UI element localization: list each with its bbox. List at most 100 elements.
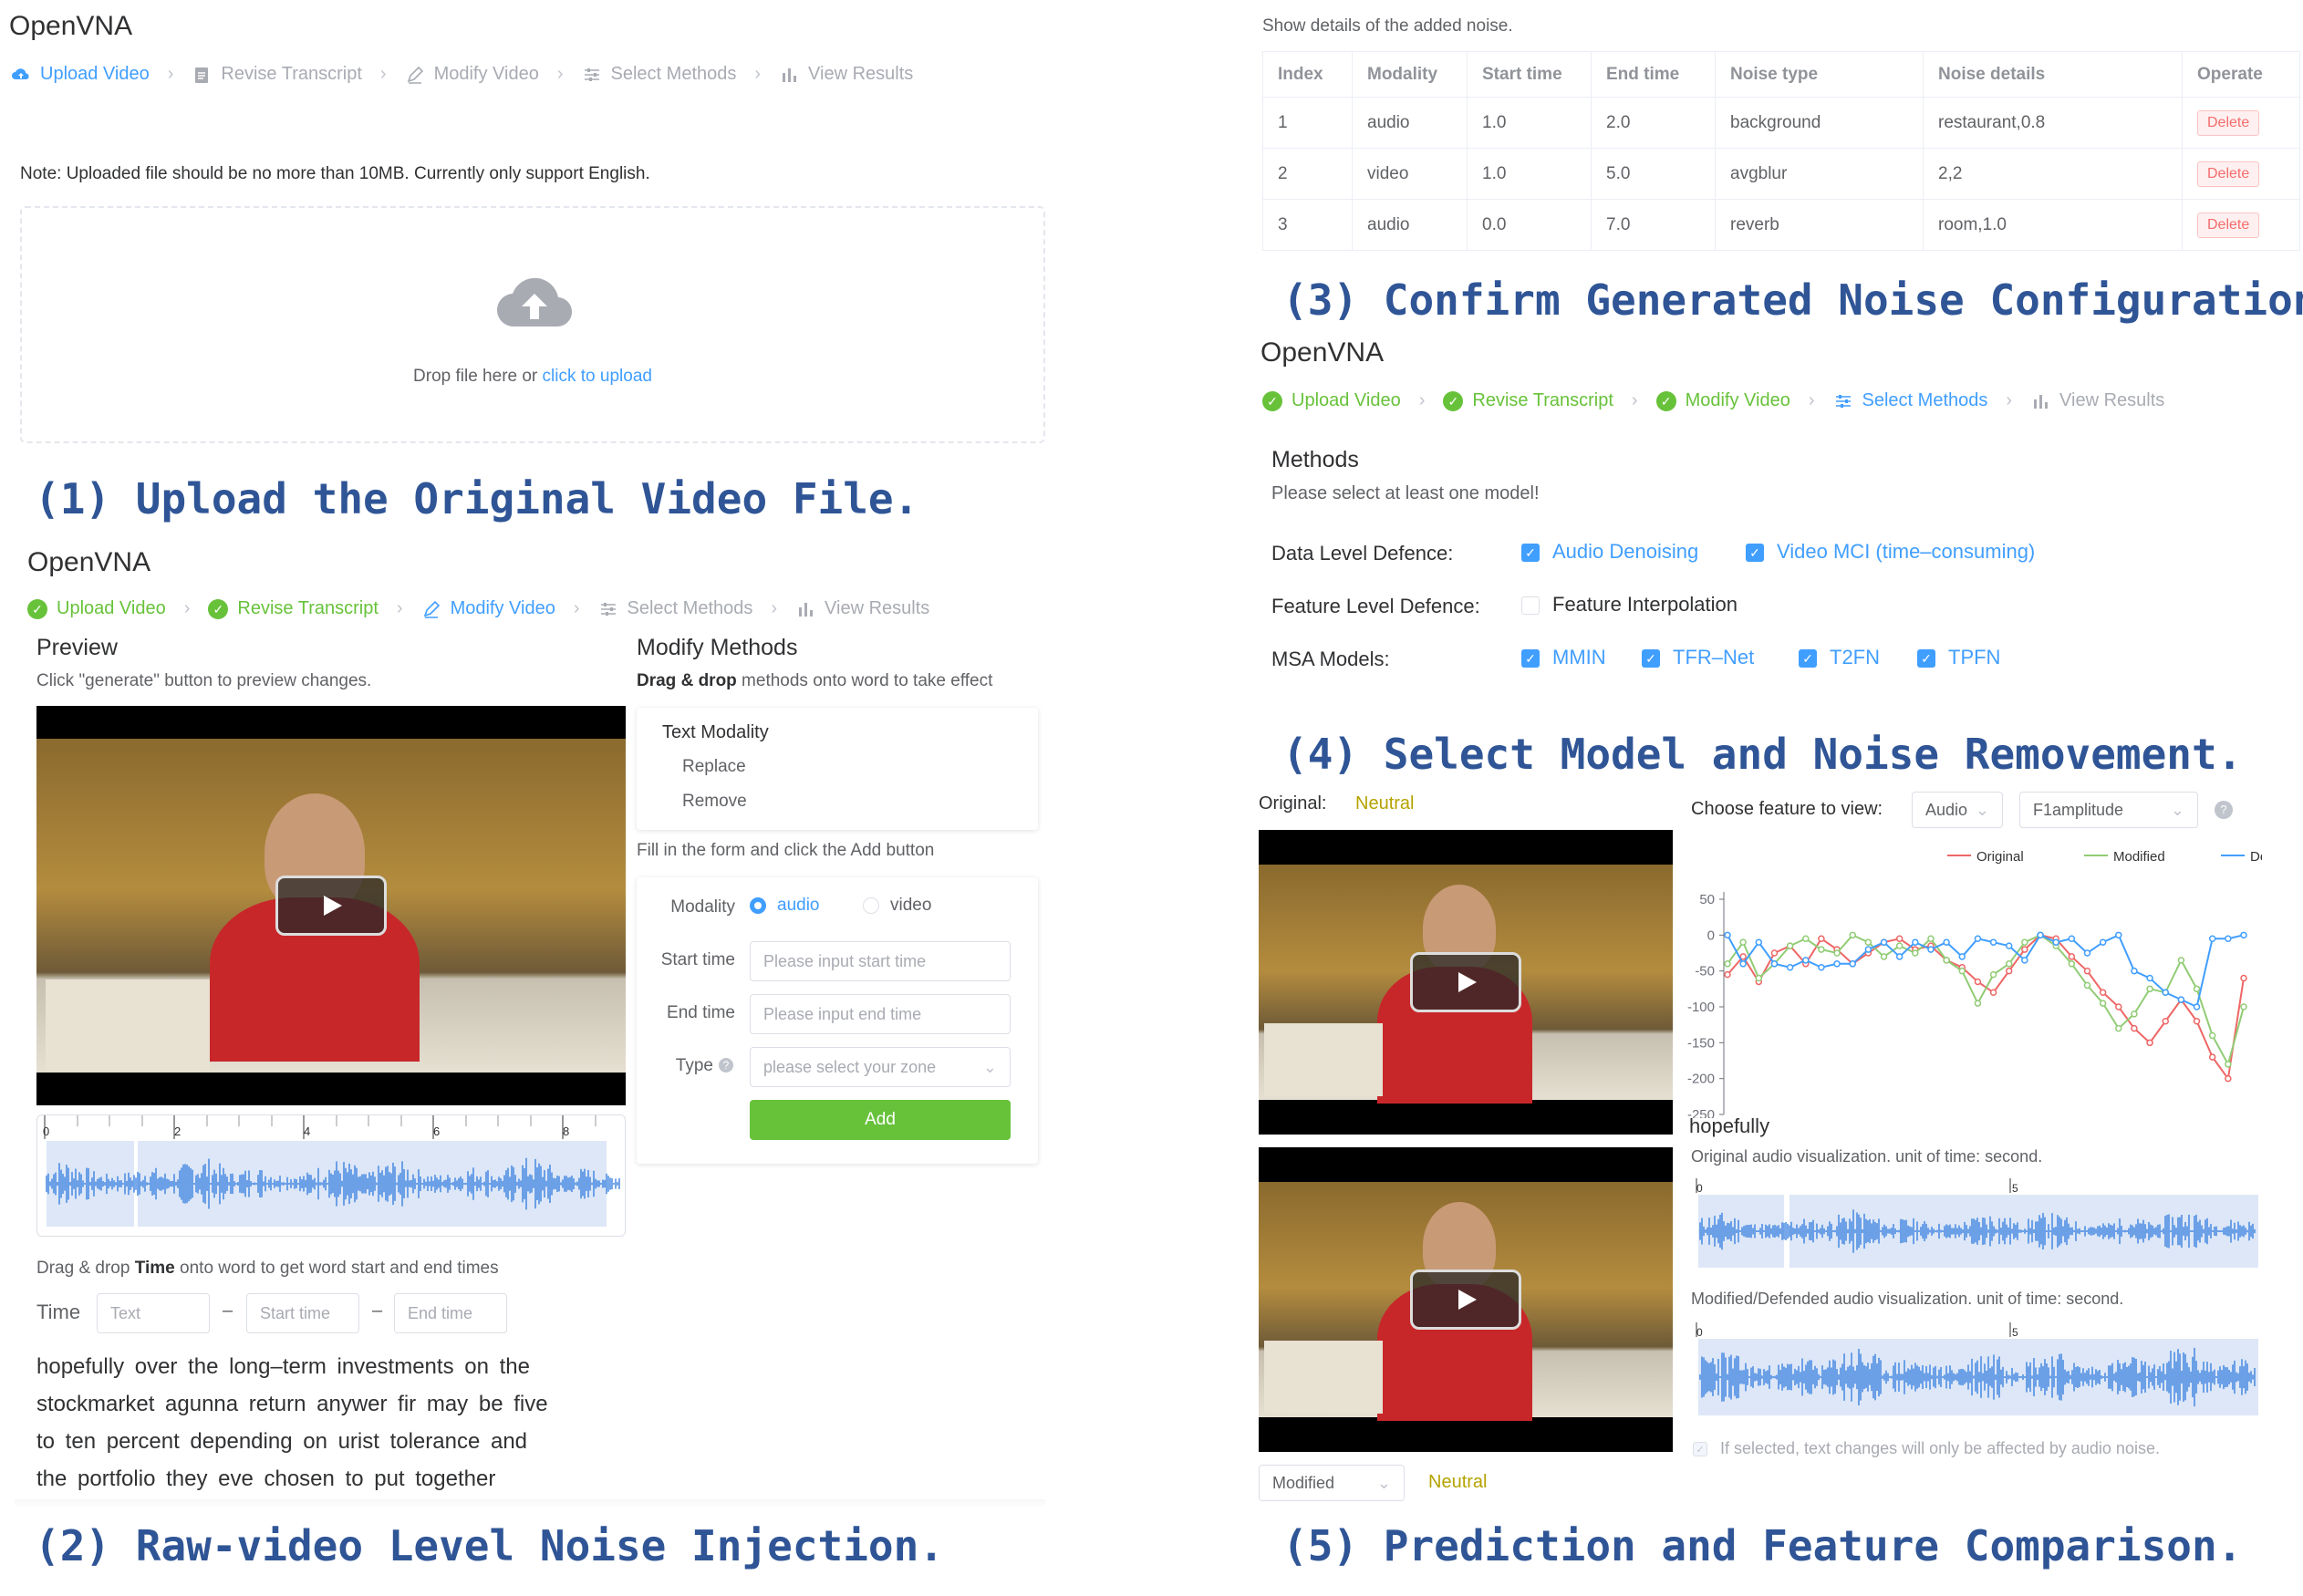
text-modality-node[interactable]: Text Modality: [662, 722, 769, 743]
delete-button[interactable]: Delete: [2197, 161, 2260, 187]
radio-audio[interactable]: audio: [750, 896, 820, 916]
opt-audio-denoising[interactable]: ✓ Audio Denoising: [1521, 540, 1698, 564]
col-header: End time: [1591, 51, 1716, 98]
step-label: Upload Video: [1292, 390, 1401, 410]
step-select-methods[interactable]: Select Methods: [1833, 390, 1987, 411]
opt-tfr-net[interactable]: ✓ TFR–Net: [1642, 646, 1754, 669]
step-label: Modify Video: [450, 598, 555, 618]
play-button[interactable]: [1410, 1270, 1521, 1330]
checkbox-unchecked-icon: [1521, 596, 1540, 616]
data-point: [1974, 935, 1982, 943]
legend-label[interactable]: Defended: [2250, 849, 2262, 865]
step-upload-video[interactable]: Upload Video: [11, 64, 150, 85]
end-time-input[interactable]: End time: [394, 1293, 507, 1333]
end-time-field[interactable]: Please input end time: [750, 994, 1011, 1034]
step-modify-video[interactable]: Modify Video: [421, 598, 555, 619]
upload-dropzone[interactable]: Drop file here or click to upload: [20, 206, 1045, 443]
radio-video[interactable]: video: [863, 896, 931, 916]
modality-select[interactable]: Audio ⌄: [1912, 792, 2003, 828]
chevron-right-icon: ›: [754, 64, 762, 84]
text-noise-checkbox[interactable]: ✓ If selected, text changes will only be …: [1693, 1439, 2160, 1458]
drop-text: Drop file here or: [413, 367, 543, 386]
data-point: [1833, 949, 1841, 957]
step-revise-transcript[interactable]: ✓ Revise Transcript: [208, 598, 379, 619]
start-time-field[interactable]: Please input start time: [750, 941, 1011, 981]
noise-table: Index Modality Start time End time Noise…: [1262, 51, 2300, 251]
help-icon[interactable]: ?: [2215, 801, 2233, 819]
check-circle-icon: ✓: [1655, 390, 1676, 411]
step-label: Modify Video: [433, 64, 539, 84]
step-revise-transcript[interactable]: ✓ Revise Transcript: [1443, 390, 1613, 411]
step-upload-video[interactable]: ✓ Upload Video: [1262, 390, 1401, 411]
cell: room,1.0: [1923, 199, 2183, 251]
delete-button[interactable]: Delete: [2197, 212, 2260, 238]
step-select-methods[interactable]: Select Methods: [598, 598, 752, 619]
option-label: MMIN: [1552, 646, 1606, 668]
tick-label: 0: [43, 1124, 50, 1138]
opt-tpfn[interactable]: ✓ TPFN: [1917, 646, 2000, 669]
data-point: [1802, 957, 1810, 964]
data-point: [2146, 974, 2153, 982]
modified-video[interactable]: [1259, 1147, 1673, 1452]
timeline-waveform[interactable]: 0 2 4 6 8: [36, 1114, 626, 1237]
mod-audio-viz[interactable]: 0 5: [1691, 1322, 2260, 1421]
cell: 1: [1262, 97, 1353, 149]
transcript-line[interactable]: to ten percent depending on urist tolera…: [36, 1423, 548, 1460]
chevron-right-icon: ›: [183, 598, 191, 618]
step-view-results[interactable]: View Results: [795, 598, 929, 619]
col-header: Index: [1262, 51, 1353, 98]
data-point: [1958, 953, 1966, 960]
opt-mmin[interactable]: ✓ MMIN: [1521, 646, 1606, 669]
data-point: [2177, 957, 2185, 964]
word-text-input[interactable]: Text: [97, 1293, 210, 1333]
data-point: [2193, 985, 2201, 993]
transcript-line[interactable]: the portfolio they eve chosen to put tog…: [36, 1460, 548, 1498]
option-label: Video MCI (time–consuming): [1777, 540, 2036, 563]
y-tick-label: -100: [1687, 1000, 1715, 1015]
modality-label: Modality: [670, 897, 735, 917]
help-icon[interactable]: ?: [719, 1058, 733, 1073]
play-button[interactable]: [275, 876, 387, 936]
step-view-results[interactable]: View Results: [779, 64, 913, 85]
data-point: [2240, 1003, 2247, 1010]
data-point: [2146, 1039, 2153, 1047]
transcript-line[interactable]: stockmarket agunna return anywer fir may…: [36, 1385, 548, 1423]
result-select[interactable]: Modified ⌄: [1259, 1465, 1405, 1501]
step-modify-video[interactable]: ✓ Modify Video: [1655, 390, 1790, 411]
col-header: Noise type: [1715, 51, 1924, 98]
click-to-upload-link[interactable]: click to upload: [543, 367, 652, 386]
data-point: [1943, 957, 1950, 964]
type-select[interactable]: please select your zone ⌄: [750, 1047, 1011, 1087]
play-button[interactable]: [1410, 952, 1521, 1012]
original-video[interactable]: [1259, 830, 1673, 1135]
remove-method[interactable]: Remove: [682, 792, 747, 812]
chevron-down-icon: ⌄: [1376, 1473, 1391, 1492]
step-revise-transcript[interactable]: Revise Transcript: [192, 64, 362, 85]
opt-feature-interpolation[interactable]: Feature Interpolation: [1521, 593, 1738, 617]
delete-button[interactable]: Delete: [2197, 109, 2260, 136]
opt-t2fn[interactable]: ✓ T2FN: [1799, 646, 1880, 669]
start-time-input[interactable]: Start time: [246, 1293, 359, 1333]
cell: audio: [1352, 199, 1468, 251]
data-point: [2083, 981, 2091, 990]
replace-method[interactable]: Replace: [682, 757, 746, 777]
step-upload-video[interactable]: ✓ Upload Video: [27, 598, 166, 619]
step-view-results[interactable]: View Results: [2030, 390, 2164, 411]
add-button[interactable]: Add: [750, 1100, 1011, 1140]
step-select-methods[interactable]: Select Methods: [582, 64, 736, 85]
preview-video[interactable]: [36, 706, 626, 1105]
orig-audio-viz[interactable]: 0 5: [1691, 1178, 2260, 1273]
data-point: [1739, 938, 1747, 946]
audio-waveform: [1699, 1347, 2256, 1407]
feature-select[interactable]: F1amplitude ⌄: [2019, 792, 2198, 828]
legend-label[interactable]: Modified: [2113, 849, 2165, 865]
legend-label[interactable]: Original: [1976, 849, 2024, 865]
step-modify-video[interactable]: Modify Video: [405, 64, 539, 85]
checkbox-checked-icon: ✓: [1521, 544, 1540, 563]
opt-video-mci[interactable]: ✓ Video MCI (time–consuming): [1746, 540, 2035, 564]
transcript-line[interactable]: hopefully over the long–term investments…: [36, 1348, 548, 1385]
caption-1: (1) Upload the Original Video File.: [35, 474, 919, 523]
table-header: Index Modality Start time End time Noise…: [1262, 51, 2300, 98]
checkbox-disabled-icon: ✓: [1693, 1441, 1707, 1456]
edit-pen-icon: [423, 600, 440, 618]
